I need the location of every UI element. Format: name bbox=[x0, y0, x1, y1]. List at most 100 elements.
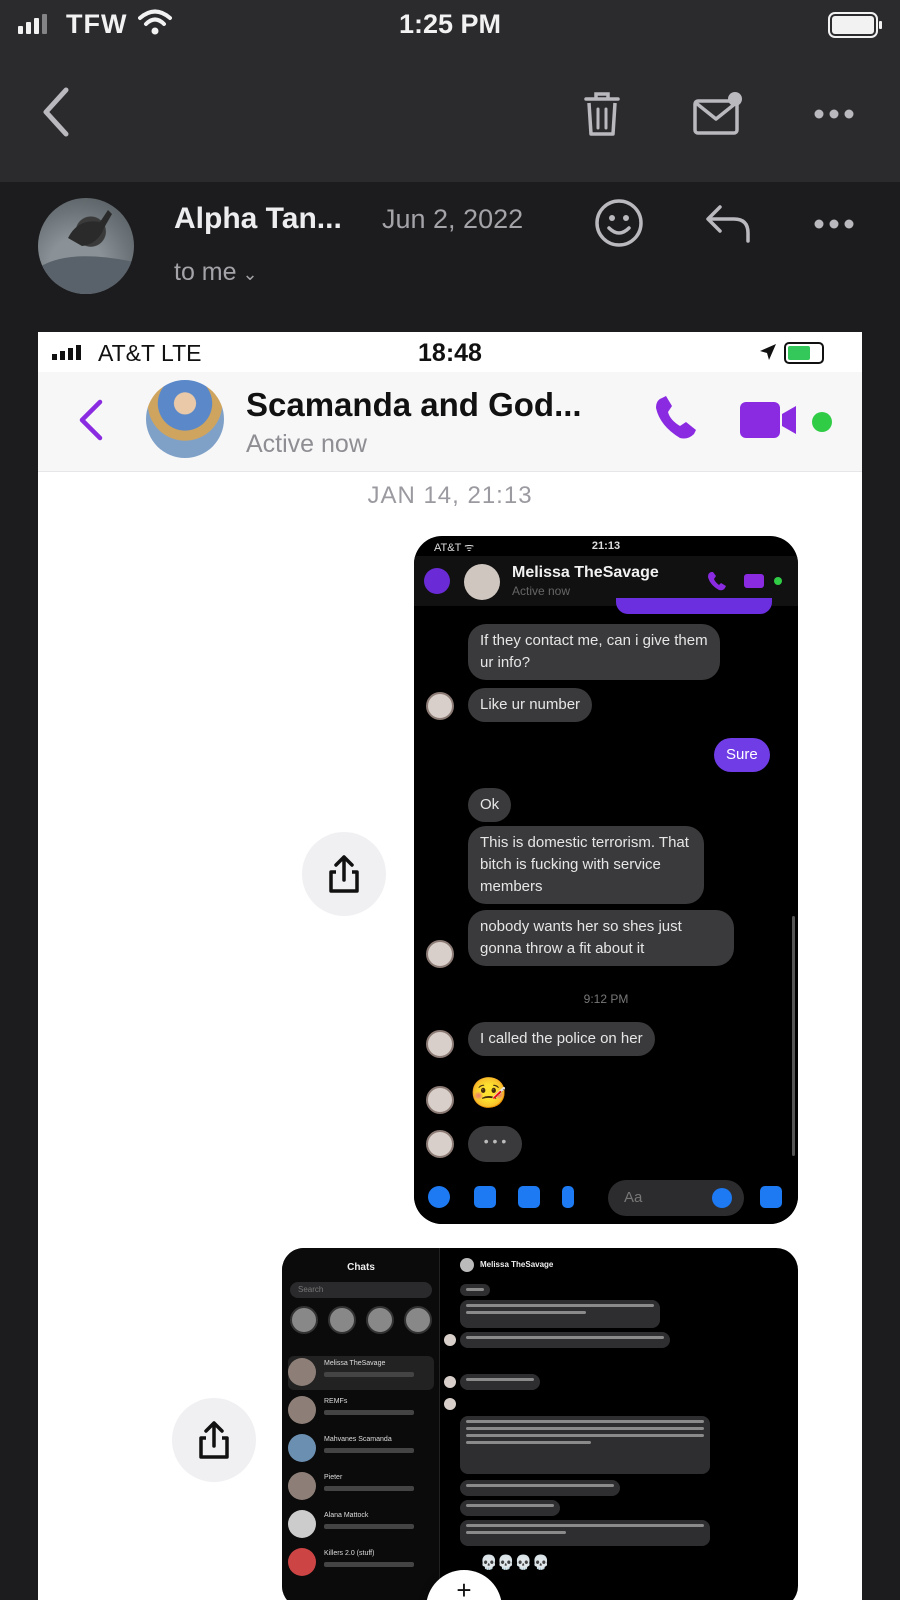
story-avatar bbox=[404, 1306, 432, 1334]
sent-message-bubble: Sure bbox=[714, 738, 770, 772]
header-more-button[interactable] bbox=[808, 204, 860, 244]
shot2-chat-list: Chats Search Melissa TheSavage REMFs Mah… bbox=[282, 1248, 440, 1600]
battery-icon bbox=[828, 12, 882, 38]
chat-list-row: Mahvanes Scamanda bbox=[288, 1432, 434, 1466]
shot1-contact-status: Active now bbox=[512, 584, 571, 598]
delete-button[interactable] bbox=[574, 86, 630, 142]
plus-icon: + bbox=[456, 1575, 472, 1600]
contact-mini-avatar bbox=[426, 1030, 454, 1058]
chat-row-name: Mahvanes Scamanda bbox=[324, 1436, 392, 1443]
chat-row-name: Alana Mattock bbox=[324, 1512, 369, 1519]
plus-icon bbox=[428, 1186, 450, 1208]
message-bubble: Like ur number bbox=[468, 688, 593, 722]
message-bubble bbox=[460, 1300, 660, 1328]
mark-unread-button[interactable] bbox=[690, 86, 746, 142]
shot2-search: Search bbox=[290, 1282, 432, 1298]
story-avatar bbox=[290, 1306, 318, 1334]
shared-image-messenger-dark[interactable]: AT&T ᯤ 21:13 Melissa TheSavage Active no… bbox=[414, 536, 798, 1224]
group-avatar[interactable] bbox=[146, 380, 224, 458]
message-bubble: This is domestic terrorism. That bitch i… bbox=[468, 826, 704, 904]
message-bubble: nobody wants her so shes just gonna thro… bbox=[468, 910, 734, 966]
shot2-chats-title: Chats bbox=[347, 1262, 375, 1273]
trash-icon bbox=[584, 92, 620, 136]
chevron-down-icon: ⌄ bbox=[242, 264, 258, 284]
chat-avatar bbox=[288, 1548, 316, 1576]
contact-mini-avatar bbox=[426, 1130, 454, 1158]
message-bubble bbox=[460, 1520, 710, 1546]
mail-date: Jun 2, 2022 bbox=[382, 204, 524, 234]
back-button[interactable] bbox=[30, 82, 80, 142]
video-call-icon bbox=[744, 574, 764, 588]
shot1-composer: Aa bbox=[414, 1172, 798, 1224]
emoji-icon bbox=[712, 1188, 732, 1208]
previous-message-bubble bbox=[616, 598, 772, 614]
mail-badge-icon bbox=[693, 92, 742, 135]
video-call-icon[interactable] bbox=[738, 400, 800, 440]
sender-avatar bbox=[38, 198, 134, 294]
message-bubble: I called the police on her bbox=[468, 1022, 655, 1056]
thumbs-up-icon bbox=[760, 1186, 782, 1208]
chat-row-name: Melissa TheSavage bbox=[324, 1360, 386, 1367]
gallery-icon bbox=[518, 1186, 540, 1208]
ellipsis-icon bbox=[814, 109, 854, 119]
share-icon bbox=[199, 1421, 229, 1459]
contact-mini-avatar bbox=[444, 1334, 456, 1346]
chat-date-divider: JAN 14, 21:13 bbox=[367, 482, 533, 509]
camera-icon bbox=[474, 1186, 496, 1208]
shot2-contact-name: Melissa TheSavage bbox=[480, 1260, 554, 1269]
contact-mini-avatar bbox=[426, 940, 454, 968]
typing-indicator: • • • bbox=[468, 1126, 522, 1162]
contact-mini-avatar bbox=[426, 692, 454, 720]
chat-row-name: REMFs bbox=[324, 1398, 348, 1405]
location-arrow-icon bbox=[760, 344, 776, 360]
shot1-clock: 21:13 bbox=[591, 540, 621, 552]
chat-list-row: Pieter bbox=[288, 1470, 434, 1504]
phone-icon[interactable] bbox=[650, 392, 702, 444]
shot1-contact-name: Melissa TheSavage bbox=[512, 564, 659, 581]
phone-icon bbox=[708, 572, 726, 591]
chat-active-status: Active now bbox=[246, 430, 367, 458]
share-button[interactable] bbox=[172, 1398, 256, 1482]
mail-toolbar bbox=[0, 50, 900, 182]
smiley-icon bbox=[595, 199, 643, 247]
chat-row-name: Killers 2.0 (stuff) bbox=[324, 1550, 375, 1557]
message-bubble bbox=[460, 1500, 560, 1516]
chat-name[interactable]: Scamanda and God... bbox=[246, 386, 582, 424]
back-icon bbox=[424, 568, 450, 594]
clock: 1:25 PM bbox=[398, 9, 502, 39]
reply-button[interactable] bbox=[700, 198, 756, 248]
message-bubble bbox=[460, 1332, 670, 1348]
inner-status-bar: AT&T LTE 18:48 bbox=[38, 332, 862, 372]
chevron-left-icon bbox=[43, 87, 69, 137]
chat-list-row: Alana Mattock bbox=[288, 1508, 434, 1542]
shot1-time-divider: 9:12 PM bbox=[583, 992, 629, 1006]
microphone-icon bbox=[562, 1186, 574, 1208]
attached-screenshot[interactable]: AT&T LTE 18:48 Scamanda and God... Activ… bbox=[38, 332, 862, 1600]
recipients-toggle[interactable]: to me ⌄ bbox=[174, 258, 258, 287]
battery-charging-icon bbox=[784, 342, 824, 364]
contact-mini-avatar bbox=[426, 1086, 454, 1114]
chat-avatar bbox=[288, 1434, 316, 1462]
chat-list-row: REMFs bbox=[288, 1394, 434, 1428]
share-button[interactable] bbox=[302, 832, 386, 916]
sender-name[interactable]: Alpha Tan... bbox=[174, 202, 342, 236]
contact-mini-avatar bbox=[444, 1398, 456, 1410]
message-bubble bbox=[460, 1374, 540, 1390]
online-indicator bbox=[774, 577, 782, 585]
chevron-left-icon[interactable] bbox=[76, 398, 104, 442]
contact-avatar bbox=[464, 564, 500, 600]
mail-header: Alpha Tan... Jun 2, 2022 to me ⌄ bbox=[0, 182, 900, 332]
chat-header: Scamanda and God... Active now bbox=[38, 372, 862, 472]
more-button[interactable] bbox=[808, 90, 860, 138]
shot1-status-bar: AT&T ᯤ 21:13 bbox=[414, 536, 798, 556]
message-bubble bbox=[460, 1284, 490, 1296]
shared-image-messenger-ipad[interactable]: Chats Search Melissa TheSavage REMFs Mah… bbox=[282, 1248, 798, 1600]
skull-emoji-row: 💀💀💀💀 bbox=[480, 1554, 550, 1570]
share-icon bbox=[329, 855, 359, 893]
emoji-react-button[interactable] bbox=[592, 196, 646, 250]
shot2-conversation: Melissa TheSavage 💀💀💀💀 bbox=[440, 1248, 798, 1600]
message-bubble bbox=[460, 1416, 710, 1474]
chat-list-row: Killers 2.0 (stuff) bbox=[288, 1546, 434, 1580]
reply-icon bbox=[706, 205, 750, 243]
story-avatar bbox=[366, 1306, 394, 1334]
